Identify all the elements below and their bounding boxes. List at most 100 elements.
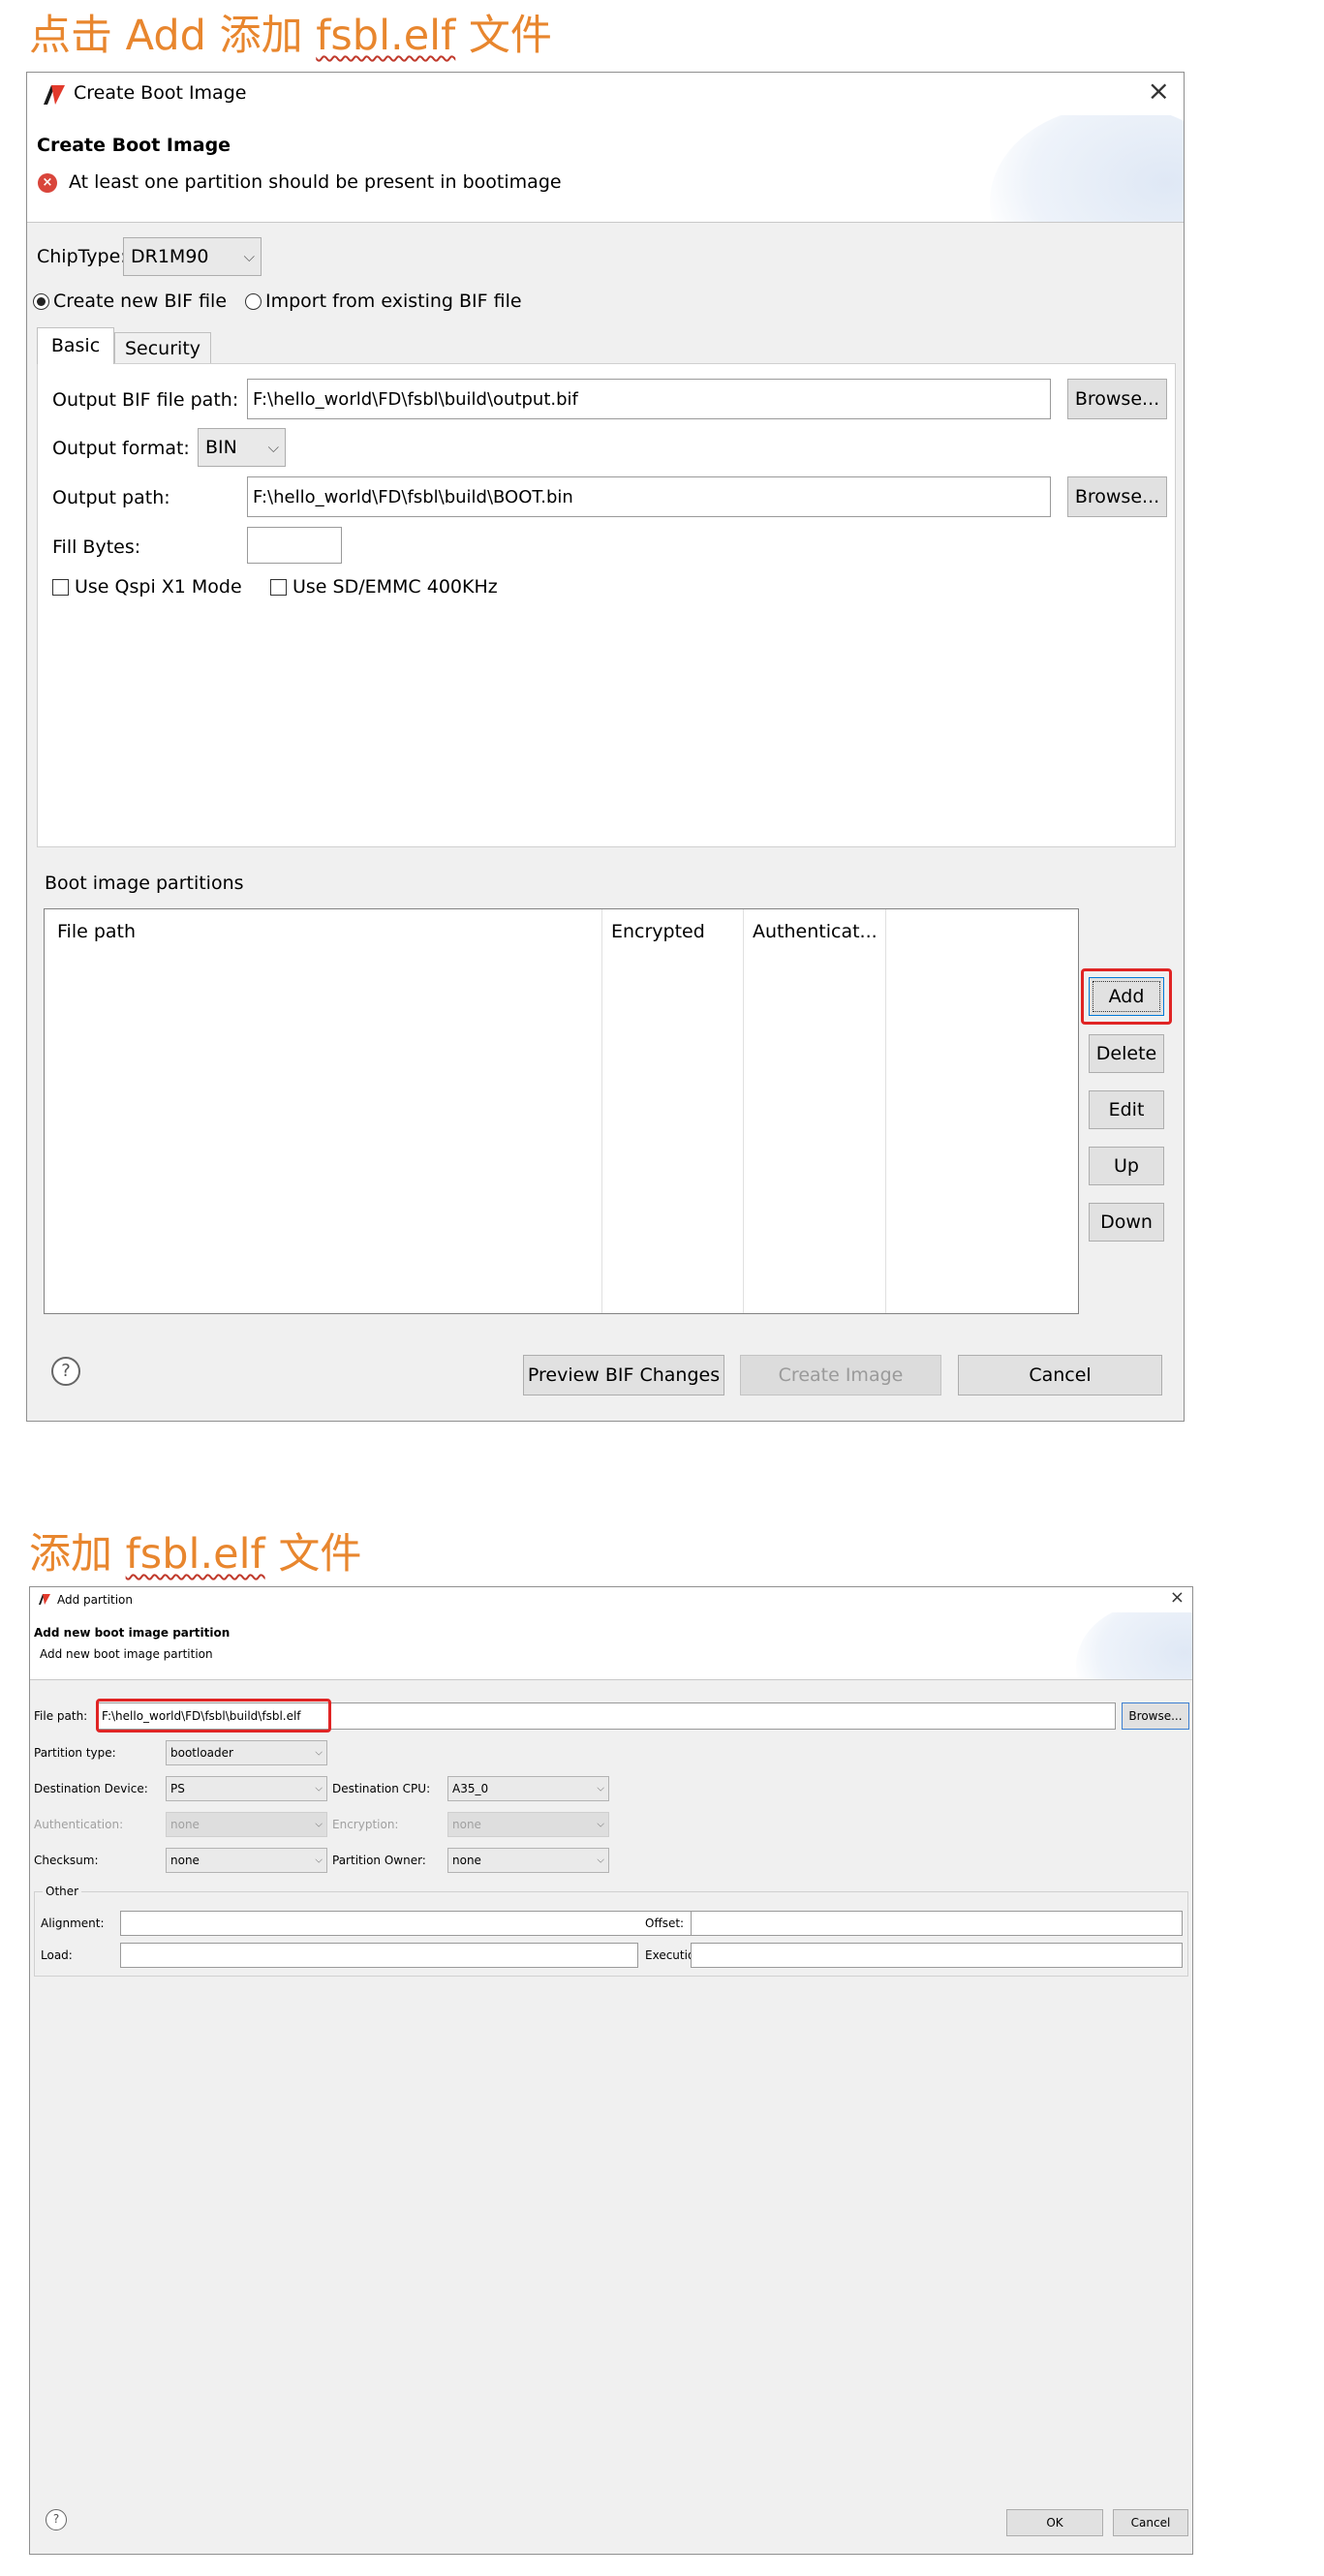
output-format-label: Output format: bbox=[52, 438, 190, 459]
use-sd-label: Use SD/EMMC 400KHz bbox=[293, 576, 498, 598]
browse-button[interactable]: Browse... bbox=[1122, 1702, 1189, 1730]
dialog-header: Create Boot Image × At least one partiti… bbox=[27, 115, 1184, 223]
output-bif-field[interactable]: F:\hello_world\FD\fsbl\build\output.bif bbox=[247, 379, 1051, 419]
partition-owner-value: none bbox=[452, 1854, 481, 1867]
create-new-bif-radio[interactable] bbox=[33, 293, 49, 310]
other-group: Other Alignment: Offset: Load: Execution… bbox=[34, 1885, 1188, 1977]
column-divider bbox=[601, 909, 602, 1313]
output-bif-value: F:\hello_world\FD\fsbl\build\output.bif bbox=[253, 388, 578, 410]
help-glyph: ? bbox=[52, 2512, 60, 2526]
authentication-select[interactable]: none ⌵ bbox=[166, 1812, 327, 1837]
dest-cpu-select[interactable]: A35_0 ⌵ bbox=[447, 1776, 609, 1801]
down-button[interactable]: Down bbox=[1089, 1203, 1164, 1242]
basic-tab-panel: Output BIF file path: F:\hello_world\FD\… bbox=[37, 363, 1176, 847]
edit-button[interactable]: Edit bbox=[1089, 1090, 1164, 1129]
column-file-path: File path bbox=[57, 921, 137, 942]
up-button[interactable]: Up bbox=[1089, 1147, 1164, 1185]
load-label: Load: bbox=[41, 1948, 73, 1962]
use-qspi-checkbox[interactable] bbox=[52, 579, 69, 596]
browse-label: Browse... bbox=[1074, 388, 1160, 410]
create-new-bif-label: Create new BIF file bbox=[53, 291, 228, 312]
browse-label: Browse... bbox=[1074, 486, 1160, 507]
close-icon[interactable]: × bbox=[1148, 75, 1170, 107]
add-partition-dialog: Add partition × Add new boot image parti… bbox=[29, 1586, 1193, 2555]
window-title: Create Boot Image bbox=[74, 82, 247, 104]
partition-type-select[interactable]: bootloader ⌵ bbox=[166, 1740, 327, 1765]
help-icon[interactable]: ? bbox=[46, 2509, 67, 2530]
dest-device-label: Destination Device: bbox=[34, 1782, 148, 1795]
cancel-button[interactable]: Cancel bbox=[958, 1355, 1162, 1395]
chip-type-select[interactable]: DR1M90 ⌵ bbox=[123, 237, 262, 276]
execution-field[interactable] bbox=[691, 1943, 1183, 1968]
column-authenticated: Authenticat... bbox=[753, 921, 878, 942]
tab-security[interactable]: Security bbox=[114, 332, 211, 364]
close-icon[interactable]: × bbox=[1170, 1587, 1185, 1608]
highlight-box-add bbox=[1081, 968, 1172, 1025]
header-swoosh bbox=[1076, 1612, 1192, 1679]
dest-device-value: PS bbox=[170, 1782, 185, 1795]
output-path-value: F:\hello_world\FD\fsbl\build\BOOT.bin bbox=[253, 486, 573, 507]
output-format-select[interactable]: BIN ⌵ bbox=[198, 428, 286, 467]
fill-bytes-field[interactable] bbox=[247, 527, 342, 564]
authentication-value: none bbox=[170, 1818, 200, 1831]
error-icon: × bbox=[38, 173, 57, 193]
load-field[interactable] bbox=[120, 1943, 638, 1968]
encryption-select[interactable]: none ⌵ bbox=[447, 1812, 609, 1837]
error-message: At least one partition should be present… bbox=[69, 171, 562, 193]
help-glyph: ? bbox=[61, 1361, 71, 1381]
chevron-down-icon: ⌵ bbox=[315, 1783, 323, 1794]
chevron-down-icon: ⌵ bbox=[597, 1819, 604, 1830]
title-bar: Add partition × bbox=[30, 1587, 1192, 1612]
dest-cpu-value: A35_0 bbox=[452, 1782, 489, 1795]
output-bif-browse-button[interactable]: Browse... bbox=[1067, 379, 1167, 419]
cancel-button[interactable]: Cancel bbox=[1113, 2509, 1188, 2536]
title-bar: Create Boot Image × bbox=[27, 73, 1184, 115]
heading-suffix: 文件 bbox=[455, 12, 552, 60]
other-group-label: Other bbox=[43, 1885, 82, 1898]
checksum-select[interactable]: none ⌵ bbox=[166, 1848, 327, 1873]
column-encrypted: Encrypted bbox=[611, 921, 705, 942]
checksum-value: none bbox=[170, 1854, 200, 1867]
cancel-label: Cancel bbox=[1130, 2516, 1171, 2530]
offset-label: Offset: bbox=[645, 1917, 685, 1930]
partition-owner-label: Partition Owner: bbox=[332, 1854, 426, 1867]
partition-type-label: Partition type: bbox=[34, 1746, 116, 1760]
header-title: Create Boot Image bbox=[37, 135, 231, 156]
help-icon[interactable]: ? bbox=[51, 1357, 80, 1386]
use-sd-checkbox[interactable] bbox=[270, 579, 287, 596]
chevron-down-icon: ⌵ bbox=[243, 248, 255, 265]
header-title: Add new boot image partition bbox=[34, 1626, 231, 1640]
edit-label: Edit bbox=[1108, 1099, 1145, 1120]
preview-bif-label: Preview BIF Changes bbox=[527, 1365, 721, 1386]
preview-bif-button[interactable]: Preview BIF Changes bbox=[523, 1355, 724, 1395]
output-format-value: BIN bbox=[205, 437, 237, 458]
output-path-field[interactable]: F:\hello_world\FD\fsbl\build\BOOT.bin bbox=[247, 476, 1051, 517]
window-title: Add partition bbox=[57, 1593, 133, 1607]
authentication-label: Authentication: bbox=[34, 1818, 124, 1831]
partitions-table[interactable]: File path Encrypted Authenticat... bbox=[44, 908, 1079, 1314]
partition-owner-select[interactable]: none ⌵ bbox=[447, 1848, 609, 1873]
delete-button[interactable]: Delete bbox=[1089, 1034, 1164, 1073]
create-image-button[interactable]: Create Image bbox=[740, 1355, 941, 1395]
ok-button[interactable]: OK bbox=[1006, 2509, 1103, 2536]
chip-type-value: DR1M90 bbox=[131, 246, 209, 267]
output-path-browse-button[interactable]: Browse... bbox=[1067, 476, 1167, 517]
offset-field[interactable] bbox=[691, 1911, 1183, 1936]
tab-basic-label: Basic bbox=[50, 335, 101, 356]
heading-prefix: 添加 bbox=[29, 1530, 126, 1579]
tab-basic[interactable]: Basic bbox=[37, 327, 114, 364]
highlight-box-file-path bbox=[96, 1699, 331, 1733]
chevron-down-icon: ⌵ bbox=[315, 1747, 323, 1759]
dest-device-select[interactable]: PS ⌵ bbox=[166, 1776, 327, 1801]
alignment-field[interactable] bbox=[120, 1911, 696, 1936]
section1-heading: 点击 Add 添加 fsbl.elf 文件 bbox=[29, 2, 552, 62]
chip-type-label: ChipType: bbox=[37, 246, 127, 267]
import-bif-radio[interactable] bbox=[245, 293, 262, 310]
create-boot-image-dialog: Create Boot Image × Create Boot Image × … bbox=[26, 72, 1185, 1422]
heading-filename: fsbl.elf bbox=[125, 1530, 265, 1579]
ok-label: OK bbox=[1046, 2516, 1063, 2530]
section2-heading: 添加 fsbl.elf 文件 bbox=[29, 1520, 361, 1580]
tab-security-label: Security bbox=[124, 338, 201, 359]
column-divider bbox=[885, 909, 886, 1313]
down-label: Down bbox=[1100, 1211, 1153, 1233]
